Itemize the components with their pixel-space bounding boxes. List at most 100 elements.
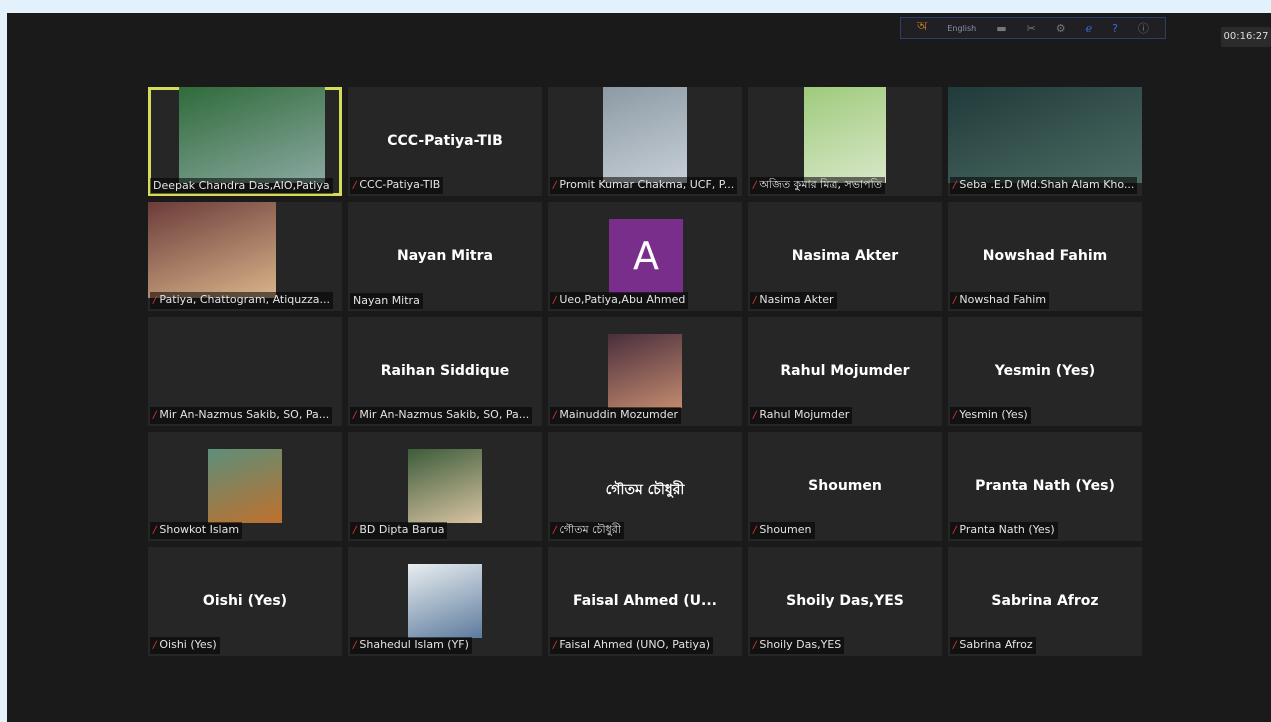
participant-tile[interactable]: ∕ Mainuddin Mozumder <box>548 317 742 426</box>
participant-video <box>608 334 682 408</box>
bangla-keyboard-icon[interactable]: অ <box>917 18 927 38</box>
participant-name-text: Shoily Das,YES <box>759 638 842 651</box>
mic-muted-icon: ∕ <box>753 295 757 306</box>
browser-icon[interactable]: ℯ <box>1086 22 1093 35</box>
participant-name-label: Nayan Mitra <box>350 293 423 309</box>
participant-tile[interactable]: Pranta Nath (Yes) ∕ Pranta Nath (Yes) <box>948 432 1142 541</box>
participant-tile[interactable]: Nayan Mitra Nayan Mitra <box>348 202 542 311</box>
mic-muted-icon: ∕ <box>353 180 357 191</box>
participant-tile[interactable]: Deepak Chandra Das,AIO,Patiya <box>148 87 342 196</box>
participant-name-label: ∕ BD Dipta Barua <box>350 522 448 539</box>
participant-tile[interactable]: ∕ BD Dipta Barua <box>348 432 542 541</box>
participant-display-name: Raihan Siddique <box>380 363 510 379</box>
participant-display-name: Shoumen <box>808 478 882 494</box>
mic-muted-icon: ∕ <box>153 640 157 651</box>
participant-name-label: ∕ Seba .E.D (Md.Shah Alam Kho... <box>950 177 1138 194</box>
participant-display-name: CCC-Patiya-TIB <box>387 133 503 149</box>
participant-name-text: Rahul Mojumder <box>759 408 850 421</box>
mic-muted-icon: ∕ <box>953 295 957 306</box>
participant-name-label: ∕ গৌতম চৌধুরী <box>550 522 624 539</box>
mic-muted-icon: ∕ <box>353 640 357 651</box>
participant-name-text: Mir An-Nazmus Sakib, SO, Pa... <box>159 408 330 421</box>
participant-tile[interactable]: Nasima Akter ∕ Nasima Akter <box>748 202 942 311</box>
participant-video <box>179 87 325 183</box>
language-bar: অ English ▬ ✂ ⚙ ℯ ? ⓘ <box>900 17 1166 39</box>
participant-tile[interactable]: ∕ Promit Kumar Chakma, UCF, P... <box>548 87 742 196</box>
participant-display-name: Nasima Akter <box>791 248 899 264</box>
participant-name-text: Shoumen <box>759 523 812 536</box>
participant-name-label: ∕ Showkot Islam <box>150 522 243 539</box>
language-selector[interactable]: English <box>947 24 976 33</box>
mic-muted-icon: ∕ <box>953 180 957 191</box>
minimize-icon[interactable]: ▬ <box>996 22 1006 35</box>
participant-name-text: Pranta Nath (Yes) <box>959 523 1055 536</box>
participant-tile[interactable]: Raihan Siddique ∕ Mir An-Nazmus Sakib, SO,… <box>348 317 542 426</box>
participant-name-label: ∕ Faisal Ahmed (UNO, Patiya) <box>550 637 713 654</box>
participant-tile[interactable]: ∕ Shahedul Islam (YF) <box>348 547 542 656</box>
participant-name-text: Nowshad Fahim <box>959 293 1047 306</box>
mic-muted-icon: ∕ <box>753 640 757 651</box>
participant-name-label: ∕ Nasima Akter <box>750 292 837 309</box>
participant-tile[interactable]: Rahul Mojumder ∕ Rahul Mojumder <box>748 317 942 426</box>
participant-name-text: Seba .E.D (Md.Shah Alam Kho... <box>959 178 1135 191</box>
participant-name-text: Mainuddin Mozumder <box>559 408 679 421</box>
participant-tile[interactable]: ∕ Showkot Islam <box>148 432 342 541</box>
participant-tile[interactable]: Faisal Ahmed (U... ∕ Faisal Ahmed (UNO, Pa… <box>548 547 742 656</box>
participant-video <box>804 87 886 183</box>
participant-name-label: ∕ Promit Kumar Chakma, UCF, P... <box>550 177 738 194</box>
participant-tile[interactable]: Nowshad Fahim ∕ Nowshad Fahim <box>948 202 1142 311</box>
participant-name-text: Nasima Akter <box>759 293 834 306</box>
participant-name-label: ∕ Mir An-Nazmus Sakib, SO, Pa... <box>150 407 333 424</box>
participant-name-text: Ueo,Patiya,Abu Ahmed <box>559 293 686 306</box>
participant-tile[interactable]: ∕ Seba .E.D (Md.Shah Alam Kho... <box>948 87 1142 196</box>
mic-muted-icon: ∕ <box>153 525 157 536</box>
participant-display-name: Yesmin (Yes) <box>994 363 1096 379</box>
meeting-timer: 00:16:27 <box>1221 27 1271 47</box>
participant-video <box>603 87 687 183</box>
participant-tile[interactable]: ∕ Patiya, Chattogram, Atiquzza... <box>148 202 342 311</box>
participant-name-text: Shahedul Islam (YF) <box>359 638 469 651</box>
participant-tile[interactable]: ∕ অজিত কুমার মিত্র, সভাপতি <box>748 87 942 196</box>
pin-icon[interactable]: ✂ <box>1027 22 1036 35</box>
participant-name-label: ∕ অজিত কুমার মিত্র, সভাপতি <box>750 177 886 194</box>
mic-muted-icon: ∕ <box>953 525 957 536</box>
participant-tile[interactable]: CCC-Patiya-TIB ∕ CCC-Patiya-TIB <box>348 87 542 196</box>
participant-tile[interactable]: Yesmin (Yes) ∕ Yesmin (Yes) <box>948 317 1142 426</box>
settings-icon[interactable]: ⚙ <box>1056 22 1066 35</box>
participant-display-name: Nayan Mitra <box>397 248 493 264</box>
participant-tile[interactable]: Shoumen ∕ Shoumen <box>748 432 942 541</box>
participant-video <box>408 449 482 523</box>
participant-name-label: ∕ Rahul Mojumder <box>750 407 853 424</box>
participant-display-name: Rahul Mojumder <box>780 363 910 379</box>
mic-muted-icon: ∕ <box>553 295 557 306</box>
info-icon[interactable]: ⓘ <box>1138 20 1149 36</box>
participant-display-name: Nowshad Fahim <box>982 248 1108 264</box>
participant-tile[interactable]: Shoily Das,YES ∕ Shoily Das,YES <box>748 547 942 656</box>
participant-video <box>948 87 1142 183</box>
mic-muted-icon: ∕ <box>153 410 157 421</box>
participant-avatar: A <box>609 219 683 293</box>
participant-tile[interactable]: Oishi (Yes) ∕ Oishi (Yes) <box>148 547 342 656</box>
help-icon[interactable]: ? <box>1112 22 1118 35</box>
participant-name-text: Yesmin (Yes) <box>959 408 1028 421</box>
mic-muted-icon: ∕ <box>553 525 557 536</box>
mic-muted-icon: ∕ <box>353 525 357 536</box>
participant-tile[interactable]: ∕ Mir An-Nazmus Sakib, SO, Pa... <box>148 317 342 426</box>
participant-name-label: ∕ Nowshad Fahim <box>950 292 1050 309</box>
participant-tile[interactable]: A ∕ Ueo,Patiya,Abu Ahmed <box>548 202 742 311</box>
participant-name-text: গৌতম চৌধুরী <box>559 523 621 536</box>
participant-name-text: অজিত কুমার মিত্র, সভাপতি <box>759 178 883 191</box>
participant-name-label: ∕ Shahedul Islam (YF) <box>350 637 472 654</box>
participant-name-label: ∕ CCC-Patiya-TIB <box>350 177 444 194</box>
participant-tile[interactable]: গৌতম চৌধুরী ∕ গৌতম চৌধুরী <box>548 432 742 541</box>
participant-name-text: Faisal Ahmed (UNO, Patiya) <box>559 638 710 651</box>
mic-muted-icon: ∕ <box>953 410 957 421</box>
participant-name-label: ∕ Pranta Nath (Yes) <box>950 522 1058 539</box>
meeting-window: অ English ▬ ✂ ⚙ ℯ ? ⓘ 00:16:27 Deepak Ch… <box>7 13 1271 722</box>
participant-name-text: Patiya, Chattogram, Atiquzza... <box>159 293 331 306</box>
participant-name-label: ∕ Shoily Das,YES <box>750 637 845 654</box>
participant-display-name: Oishi (Yes) <box>202 593 288 609</box>
participant-name-label: ∕ Shoumen <box>750 522 815 539</box>
participant-tile[interactable]: Sabrina Afroz ∕ Sabrina Afroz <box>948 547 1142 656</box>
participant-video <box>208 449 282 523</box>
